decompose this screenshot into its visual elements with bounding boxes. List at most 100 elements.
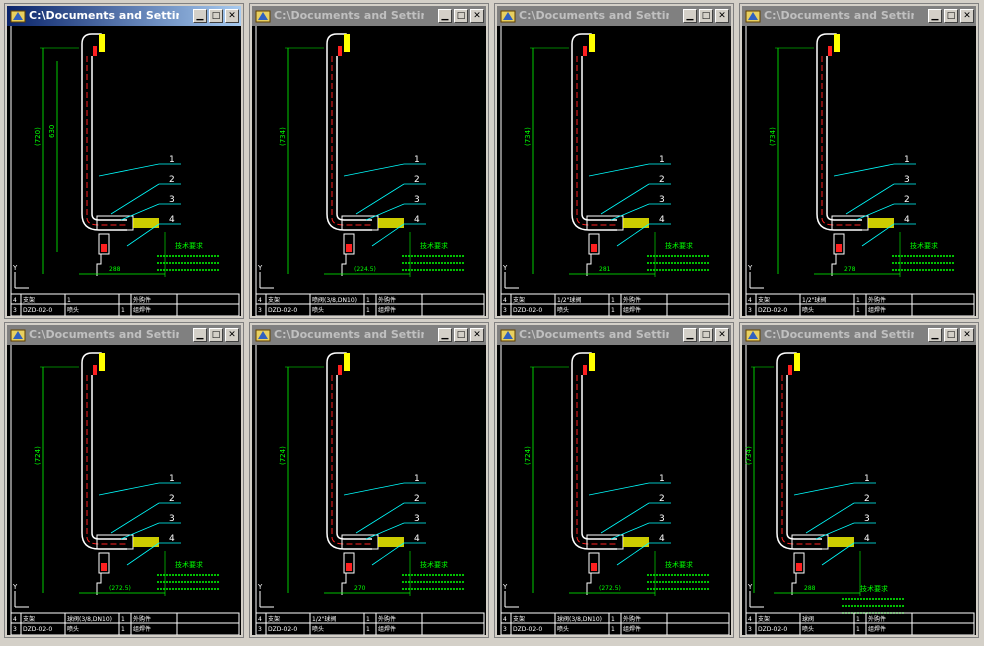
nozzle-part (99, 353, 105, 371)
pipe-wall-inner (91, 375, 127, 540)
drawing-canvas[interactable]: (734) 278 1 3 2 4 技术要求 Y 4 支架 1/2"球阀 1 外购件 3 DZD-02-0 喷… (742, 26, 976, 316)
maximize-button[interactable]: □ (944, 9, 958, 23)
table-cell: 1 (121, 626, 125, 633)
dim-text-vertical: (720) (34, 127, 42, 146)
callout-leader (120, 203, 160, 221)
cad-drawing: (734) 278 1 3 2 4 技术要求 Y 4 支架 1/2"球阀 1 外购件 3 DZD-02-0 喷… (745, 26, 975, 316)
dim-text-vertical: (734) (745, 446, 753, 465)
callout-leader (600, 183, 650, 215)
minimize-button[interactable]: ▁ (438, 9, 452, 23)
table-cell: 1 (67, 297, 71, 304)
minimize-button[interactable]: ▁ (683, 9, 697, 23)
table-cell: 喷头 (557, 306, 569, 314)
autocad-icon (745, 10, 761, 23)
minimize-button[interactable]: ▁ (193, 9, 207, 23)
close-button[interactable]: ✕ (960, 9, 974, 23)
close-button[interactable]: ✕ (470, 328, 484, 342)
table-cell: 1/2"球阀 (557, 296, 581, 304)
window-titlebar[interactable]: C:\Documents and Settings ▁ □ ✕ (742, 325, 976, 345)
valve-body (341, 215, 379, 231)
cad-window-1[interactable]: C:\Documents and Settings... ▁ □ ✕ (720) 630 2… (4, 3, 244, 319)
drain-pipe (791, 573, 797, 595)
drawing-canvas[interactable]: (734) (224.5) 1 2 3 4 技术要求 Y 4 支架 喷阀(3/8,DN10) 1 外购件… (252, 26, 486, 316)
ucs-y-label: Y (257, 583, 263, 591)
drawing-canvas[interactable]: (734) 281 1 2 3 4 技术要求 Y 4 支架 1/2"球阀 1 外购件 3 DZD-02-0 喷… (497, 26, 731, 316)
callout-leader (365, 203, 405, 221)
cad-window-8[interactable]: C:\Documents and Settings ▁ □ ✕ (734) 288 1 2 3 4… (739, 322, 979, 638)
window-titlebar[interactable]: C:\Documents and Settings ▁ □ ✕ (252, 325, 486, 345)
autocad-icon (500, 10, 516, 23)
close-button[interactable]: ✕ (225, 328, 239, 342)
callout-number: 2 (659, 494, 665, 504)
table-cell: 3 (13, 626, 17, 633)
window-titlebar[interactable]: C:\Documents and Settings ▁ □ ✕ (497, 325, 731, 345)
pipe-wall-outer (326, 56, 372, 231)
window-titlebar[interactable]: C:\Documents and Settings ▁ □ ✕ (7, 325, 241, 345)
cad-window-6[interactable]: C:\Documents and Settings ▁ □ ✕ (724) 270 1 2 3 4… (249, 322, 489, 638)
maximize-button[interactable]: □ (454, 328, 468, 342)
callout-number: 2 (904, 195, 910, 205)
maximize-button[interactable]: □ (944, 328, 958, 342)
cad-window-2[interactable]: C:\Documents and Settings ▁ □ ✕ (734) (224.5)… (249, 3, 489, 319)
close-button[interactable]: ✕ (715, 328, 729, 342)
window-titlebar[interactable]: C:\Documents and Settings ▁ □ ✕ (497, 6, 731, 26)
drawing-canvas[interactable]: (734) 288 1 2 3 4 技术要求 Y 4 支架 球阀 1 外购件 3 DZD-02-0 喷头 1 组焊… (742, 345, 976, 635)
cad-drawing: (734) 281 1 2 3 4 技术要求 Y 4 支架 1/2"球阀 1 外购件 3 DZD-02-0 喷… (500, 26, 730, 316)
close-button[interactable]: ✕ (470, 9, 484, 23)
cad-window-7[interactable]: C:\Documents and Settings ▁ □ ✕ (724) (272.5)… (494, 322, 734, 638)
table-cell: 1 (366, 626, 370, 633)
callout-leader (600, 502, 650, 534)
pipe-centerline (576, 375, 617, 545)
minimize-button[interactable]: ▁ (683, 328, 697, 342)
maximize-button[interactable]: □ (454, 9, 468, 23)
maximize-button[interactable]: □ (209, 9, 223, 23)
close-button[interactable]: ✕ (225, 9, 239, 23)
valve-handle (591, 563, 597, 571)
table-cell: 1 (611, 626, 615, 633)
maximize-icon: □ (701, 330, 711, 340)
notes-title: 技术要求 (665, 560, 693, 569)
ucs-axis-icon (259, 591, 274, 608)
valve-body (96, 215, 134, 231)
table-cell: 外购件 (378, 615, 396, 623)
pipe-wall-outer (571, 375, 617, 550)
window-titlebar[interactable]: C:\Documents and Settings ▁ □ ✕ (742, 6, 976, 26)
drawing-canvas[interactable]: (724) (272.5) 1 2 3 4 技术要求 Y 4 支架 球阀(3/8,DN10) 1 外购件… (497, 345, 731, 635)
drawing-canvas[interactable]: (724) (272.5) 1 2 3 4 技术要求 Y 4 支架 球阀(3/8,DN10) 1 外购件… (7, 345, 241, 635)
table-cell: 3 (503, 626, 507, 633)
callout-number: 3 (169, 195, 175, 205)
table-cell: DZD-02-0 (268, 626, 297, 633)
drain-pipe (96, 254, 102, 276)
maximize-button[interactable]: □ (209, 328, 223, 342)
minimize-button[interactable]: ▁ (193, 328, 207, 342)
dim-text-vertical: (734) (279, 127, 287, 146)
table-cell: 喷头 (802, 625, 814, 633)
callout-number: 3 (414, 514, 420, 524)
pipe-centerline (821, 56, 862, 226)
window-titlebar[interactable]: C:\Documents and Settings... ▁ □ ✕ (7, 6, 241, 26)
window-titlebar[interactable]: C:\Documents and Settings ▁ □ ✕ (252, 6, 486, 26)
callout-number: 4 (169, 534, 175, 544)
cad-window-4[interactable]: C:\Documents and Settings ▁ □ ✕ (734) 278 1 3 2 4… (739, 3, 979, 319)
minimize-button[interactable]: ▁ (438, 328, 452, 342)
table-cell: 1/2"球阀 (312, 615, 336, 623)
drawing-canvas[interactable]: (720) 630 288 1 2 3 4 技术要求 Y 4 支架 1 外购件 3 DZD-02-0 喷头 1 组… (7, 26, 241, 316)
close-button[interactable]: ✕ (960, 328, 974, 342)
drawing-canvas[interactable]: (724) 270 1 2 3 4 技术要求 Y 4 支架 1/2"球阀 1 外购件 3 DZD-02-0 喷… (252, 345, 486, 635)
close-icon: ✕ (228, 330, 236, 340)
minimize-button[interactable]: ▁ (928, 328, 942, 342)
callout-number: 4 (864, 534, 870, 544)
maximize-button[interactable]: □ (699, 9, 713, 23)
close-button[interactable]: ✕ (715, 9, 729, 23)
maximize-button[interactable]: □ (699, 328, 713, 342)
table-cell: 3 (748, 307, 752, 314)
valve-body (341, 534, 379, 550)
table-cell: 支架 (23, 296, 35, 304)
dim-text-horizontal: (272.5) (599, 585, 621, 592)
cad-window-5[interactable]: C:\Documents and Settings ▁ □ ✕ (724) (272.5)… (4, 322, 244, 638)
ucs-y-label: Y (12, 264, 18, 272)
callout-leader (343, 482, 405, 496)
cad-window-3[interactable]: C:\Documents and Settings ▁ □ ✕ (734) 281 1 2 3 4… (494, 3, 734, 319)
minimize-button[interactable]: ▁ (928, 9, 942, 23)
window-title: C:\Documents and Settings (519, 9, 669, 22)
